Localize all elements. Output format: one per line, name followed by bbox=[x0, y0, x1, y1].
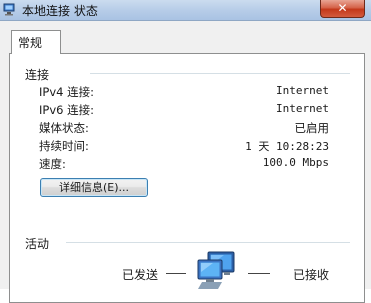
info-row-duration: 持续时间: 1 天 10:28:23 bbox=[39, 138, 329, 154]
speed-value: 100.0 Mbps bbox=[262, 156, 329, 169]
tab-general-label: 常规 bbox=[18, 36, 43, 50]
connection-separator bbox=[90, 73, 350, 74]
info-row-ipv6: IPv6 连接: Internet bbox=[39, 102, 329, 118]
title-bar[interactable]: 本地连接 状态 ✕ bbox=[0, 0, 371, 21]
sent-line bbox=[166, 273, 186, 274]
received-line bbox=[248, 273, 270, 274]
activity-separator bbox=[66, 242, 350, 243]
ipv4-label: IPv4 连接: bbox=[39, 85, 94, 99]
received-label: 已接收 bbox=[293, 268, 330, 282]
window-title: 本地连接 状态 bbox=[22, 4, 98, 18]
ipv6-value: Internet bbox=[276, 102, 329, 115]
close-button[interactable]: ✕ bbox=[320, 0, 365, 18]
media-state-label: 媒体状态: bbox=[39, 121, 89, 135]
media-state-value: 已启用 bbox=[294, 121, 330, 135]
network-connection-icon bbox=[3, 3, 15, 16]
speed-label: 速度: bbox=[39, 157, 66, 171]
dialog-client-area: 常规 bbox=[0, 21, 371, 303]
duration-label: 持续时间: bbox=[39, 139, 89, 153]
info-row-speed: 速度: 100.0 Mbps bbox=[39, 156, 329, 172]
duration-value: 1 天 10:28:23 bbox=[245, 140, 329, 153]
connection-heading: 连接 bbox=[25, 68, 50, 82]
close-icon: ✕ bbox=[337, 1, 348, 15]
details-button[interactable]: 详细信息(E)... bbox=[40, 178, 148, 197]
activity-heading: 活动 bbox=[25, 237, 50, 251]
ipv6-label: IPv6 连接: bbox=[39, 103, 94, 117]
network-computers-icon bbox=[197, 251, 235, 289]
info-row-media-state: 媒体状态: 已启用 bbox=[39, 120, 329, 136]
sent-label: 已发送 bbox=[122, 268, 159, 282]
info-row-ipv4: IPv4 连接: Internet bbox=[39, 84, 329, 100]
tab-general[interactable]: 常规 bbox=[11, 30, 61, 54]
ipv4-value: Internet bbox=[276, 84, 329, 97]
